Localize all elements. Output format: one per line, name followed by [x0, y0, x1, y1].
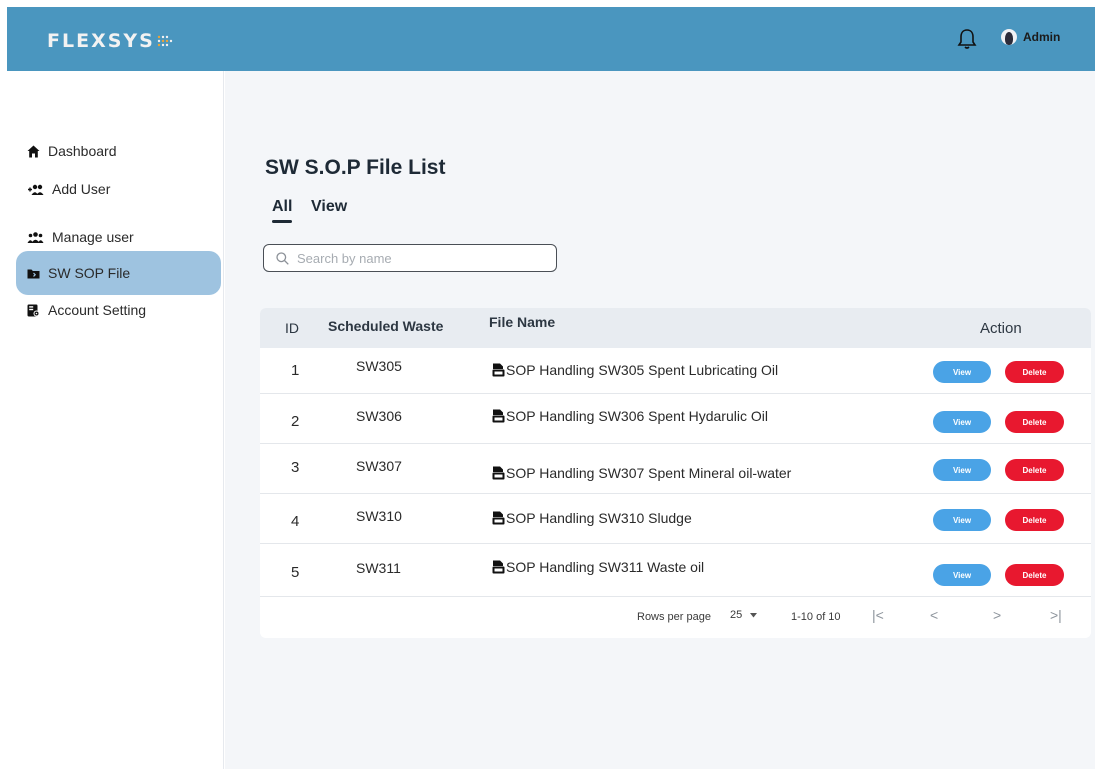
tab-view[interactable]: View	[311, 198, 347, 216]
home-icon	[27, 145, 40, 157]
search-input[interactable]	[297, 250, 537, 266]
file-name-text: SOP Handling SW307 Spent Mineral oil-wat…	[506, 465, 792, 481]
pdf-file-icon	[492, 466, 505, 480]
page-range: 1-10 of 10	[791, 611, 841, 623]
column-header-file-name: File Name	[489, 314, 556, 330]
rows-per-page-label: Rows per page	[637, 611, 711, 623]
logo-arrow-icon	[157, 35, 173, 47]
add-user-icon	[28, 184, 44, 195]
table-row: 2 SW306 SOP Handling SW306 Spent Hydarul…	[260, 394, 1091, 444]
page-title: SW S.O.P File List	[265, 156, 446, 179]
sidebar: Dashboard Add User Manage user SW SOP Fi…	[7, 71, 224, 769]
table-row: 3 SW307 SOP Handling SW307 Spent Mineral…	[260, 444, 1091, 494]
app-frame: FLEXSYS Admin Dashboard Add User Manage …	[0, 0, 1099, 769]
sidebar-item-label: SW SOP File	[48, 265, 131, 281]
sidebar-item-label: Manage user	[52, 229, 134, 245]
file-name-text: SOP Handling SW311 Waste oil	[506, 559, 705, 575]
column-header-action: Action	[980, 320, 1022, 337]
pdf-file-icon	[492, 511, 505, 525]
sidebar-item-account-setting[interactable]: Account Setting	[16, 288, 221, 332]
row-file-name[interactable]: SOP Handling SW307 Spent Mineral oil-wat…	[492, 465, 791, 481]
last-page-button[interactable]: >|	[1050, 607, 1062, 623]
pdf-file-icon	[492, 409, 505, 423]
delete-button[interactable]: Delete	[1005, 459, 1064, 481]
view-button[interactable]: View	[933, 564, 991, 586]
table-header: ID Scheduled Waste File Name Action	[260, 308, 1091, 348]
row-file-name[interactable]: SOP Handling SW305 Spent Lubricating Oil	[492, 362, 778, 378]
bell-icon[interactable]	[957, 28, 977, 50]
main-content: SW S.O.P File List All View ID Scheduled…	[225, 71, 1095, 769]
table-row: 1 SW305 SOP Handling SW305 Spent Lubrica…	[260, 348, 1091, 394]
sidebar-item-label: Dashboard	[48, 143, 117, 159]
row-id: 3	[291, 459, 300, 476]
delete-button[interactable]: Delete	[1005, 509, 1064, 531]
column-header-id: ID	[285, 320, 299, 336]
sidebar-item-label: Account Setting	[48, 302, 147, 318]
row-scheduled-waste: SW310	[356, 508, 402, 524]
row-scheduled-waste: SW307	[356, 458, 402, 474]
delete-button[interactable]: Delete	[1005, 361, 1064, 383]
delete-button[interactable]: Delete	[1005, 411, 1064, 433]
logo-text: FLEXSYS	[47, 30, 155, 52]
users-icon	[27, 231, 44, 243]
row-id: 4	[291, 513, 300, 530]
view-button[interactable]: View	[933, 509, 991, 531]
row-file-name[interactable]: SOP Handling SW310 Sludge	[492, 510, 692, 526]
row-file-name[interactable]: SOP Handling SW306 Spent Hydarulic Oil	[492, 408, 768, 424]
row-id: 1	[291, 362, 300, 379]
file-name-text: SOP Handling SW310 Sludge	[506, 510, 692, 526]
search-box[interactable]	[263, 244, 557, 272]
logo[interactable]: FLEXSYS	[47, 30, 173, 52]
pdf-file-icon	[492, 363, 505, 377]
rows-per-page-select[interactable]: 25	[730, 609, 758, 621]
prev-page-button[interactable]: <	[930, 607, 938, 623]
top-bar: FLEXSYS Admin	[7, 7, 1095, 71]
folder-icon	[27, 269, 40, 278]
table-row: 5 SW311 SOP Handling SW311 Waste oil Vie…	[260, 544, 1091, 597]
sidebar-item-label: Add User	[52, 181, 111, 197]
caret-down-icon	[750, 612, 758, 617]
table-row: 4 SW310 SOP Handling SW310 Sludge View D…	[260, 494, 1091, 544]
file-name-text: SOP Handling SW306 Spent Hydarulic Oil	[506, 408, 768, 424]
file-name-text: SOP Handling SW305 Spent Lubricating Oil	[506, 362, 779, 378]
search-icon	[276, 251, 289, 265]
tab-all[interactable]: All	[272, 198, 293, 223]
row-id: 5	[291, 564, 300, 581]
settings-badge-icon	[27, 304, 40, 316]
view-button[interactable]: View	[933, 459, 991, 481]
row-scheduled-waste: SW305	[356, 358, 402, 374]
column-header-scheduled-waste: Scheduled Waste	[328, 318, 444, 334]
row-file-name[interactable]: SOP Handling SW311 Waste oil	[492, 559, 704, 575]
sop-file-table: ID Scheduled Waste File Name Action 1 SW…	[260, 308, 1091, 638]
next-page-button[interactable]: >	[993, 607, 1001, 623]
row-id: 2	[291, 413, 300, 430]
pagination: Rows per page 25 1-10 of 10 |< < > >|	[260, 597, 1091, 637]
view-button[interactable]: View	[933, 361, 991, 383]
view-button[interactable]: View	[933, 411, 991, 433]
rows-per-page-value: 25	[730, 609, 743, 621]
row-scheduled-waste: SW306	[356, 408, 402, 424]
sidebar-item-add-user[interactable]: Add User	[16, 167, 221, 211]
user-name: Admin	[1023, 30, 1061, 44]
delete-button[interactable]: Delete	[1005, 564, 1064, 586]
first-page-button[interactable]: |<	[872, 607, 884, 623]
avatar	[1001, 29, 1017, 45]
row-scheduled-waste: SW311	[356, 560, 401, 576]
pdf-file-icon	[492, 560, 505, 574]
user-menu[interactable]: Admin	[1001, 29, 1060, 45]
